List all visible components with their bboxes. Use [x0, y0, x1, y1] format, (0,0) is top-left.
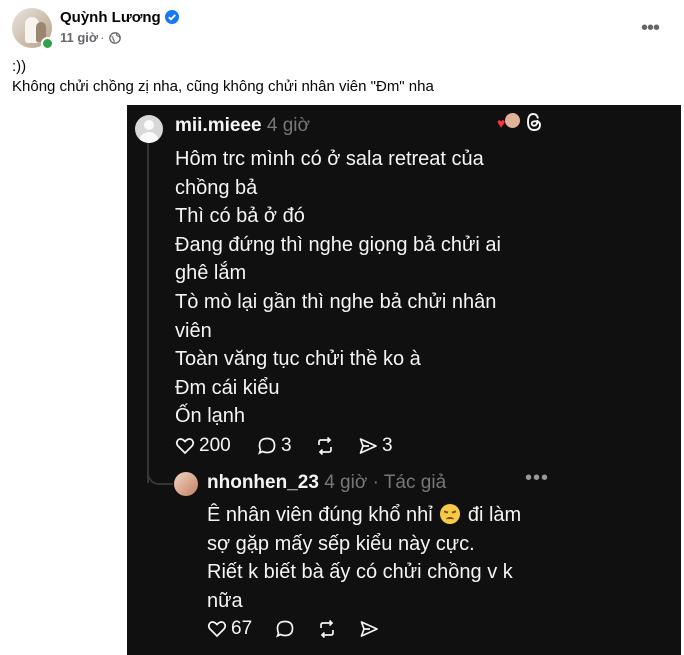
- repost-icon: [320, 619, 334, 639]
- comment-line: Đm cái kiểu: [175, 376, 280, 399]
- post-header: Quỳnh Lương 11 giờ · •••: [12, 8, 672, 52]
- thread-connector-line: [147, 143, 149, 483]
- avatar-head: [144, 120, 154, 130]
- share-count: 3: [382, 435, 393, 456]
- comment-line: Thì có bả ở đó: [175, 205, 305, 228]
- post-timestamp[interactable]: 11 giờ: [60, 30, 98, 45]
- globe-icon[interactable]: [108, 32, 121, 44]
- reply-line: sợ gặp mấy sếp kiểu này cực.: [207, 532, 475, 555]
- share-icon: [360, 621, 378, 637]
- thread-connector-curve: [147, 463, 173, 485]
- reply-like-count: 67: [231, 618, 253, 639]
- reply-author-avatar: [174, 472, 198, 496]
- author-name-text[interactable]: Quỳnh Lương: [60, 9, 161, 26]
- caption-line: Không chửi chồng zị nha, cũng không chửi…: [12, 78, 434, 95]
- comment-time: 4 giờ: [266, 115, 310, 136]
- reply-body: Ê nhân viên đúng khổ nhỉ đi làm sợ gặp m…: [207, 501, 521, 615]
- more-options-icon[interactable]: •••: [632, 10, 668, 46]
- commenter-avatar: [135, 115, 163, 143]
- comment-header: mii.mieee 4 giờ: [175, 115, 310, 137]
- comment-line: chồng bả: [175, 176, 258, 199]
- post-meta: 11 giờ ·: [60, 30, 121, 45]
- comment-body: Hôm trc mình có ở sala retreat của chồng…: [175, 145, 501, 431]
- reply-header: nhonhen_23 4 giờ · Tác giả: [207, 472, 446, 494]
- reply-line: nữa: [207, 589, 243, 612]
- heart-outline-icon: [175, 438, 195, 455]
- comment-line: Hôm trc mình có ở sala retreat của: [175, 148, 484, 170]
- reply-line-text: đi làm: [467, 504, 522, 526]
- comment-line: viên: [175, 319, 212, 342]
- verified-badge-icon: [164, 10, 179, 24]
- repost-icon: [318, 436, 332, 456]
- threads-screenshot: mii.mieee 4 giờ ♥ Hôm trc mình có ở sala…: [127, 105, 681, 655]
- author-tag: · Tác giả: [372, 472, 447, 493]
- top-right-icons: ♥: [497, 111, 547, 135]
- avatar-body: [139, 132, 159, 143]
- reply-line: Riết k biết bà ấy có chửi chồng v k: [207, 561, 513, 584]
- meta-separator: ·: [100, 30, 105, 45]
- heart-outline-icon: [207, 621, 227, 638]
- comment-line: Tò mò lại gần thì nghe bả chửi nhân: [175, 290, 497, 313]
- comment-line: Đang đứng thì nghe giọng bả chửi ai: [175, 233, 501, 256]
- post-caption: :)) Không chửi chồng zị nha, cũng không …: [12, 57, 672, 97]
- caption-line: :)): [12, 58, 27, 75]
- comment-line: Toàn văng tục chửi thề ko à: [175, 348, 421, 371]
- comment-line: ghê lắm: [175, 262, 247, 285]
- reply-username: nhonhen_23: [207, 472, 319, 493]
- comment-bubble-icon: [276, 620, 294, 638]
- post-image[interactable]: mii.mieee 4 giờ ♥ Hôm trc mình có ở sala…: [0, 105, 684, 655]
- like-count: 200: [199, 435, 231, 456]
- share-icon: [359, 438, 377, 454]
- reply-count: 3: [281, 435, 292, 456]
- online-status-dot: [41, 37, 54, 50]
- reply-more-icon: •••: [525, 467, 550, 489]
- comment-line: Ốn lạnh: [175, 405, 246, 428]
- reply-line-text: Ê nhân viên đúng khổ nhỉ: [207, 504, 433, 526]
- reply-time: 4 giờ: [324, 472, 368, 493]
- heart-icon: ♥: [497, 115, 506, 131]
- facebook-post-card: Quỳnh Lương 11 giờ · ••• :)) Không chửi c…: [0, 0, 684, 655]
- author-name[interactable]: Quỳnh Lương: [60, 9, 179, 26]
- comment-bubble-icon: [258, 437, 276, 455]
- persevering-face-emoji-icon: [440, 504, 461, 524]
- liker-avatar: [505, 113, 520, 128]
- threads-logo-icon: [527, 113, 541, 131]
- comment-username: mii.mieee: [175, 115, 262, 136]
- reply-line: Ê nhân viên đúng khổ nhỉ đi làm: [207, 501, 521, 530]
